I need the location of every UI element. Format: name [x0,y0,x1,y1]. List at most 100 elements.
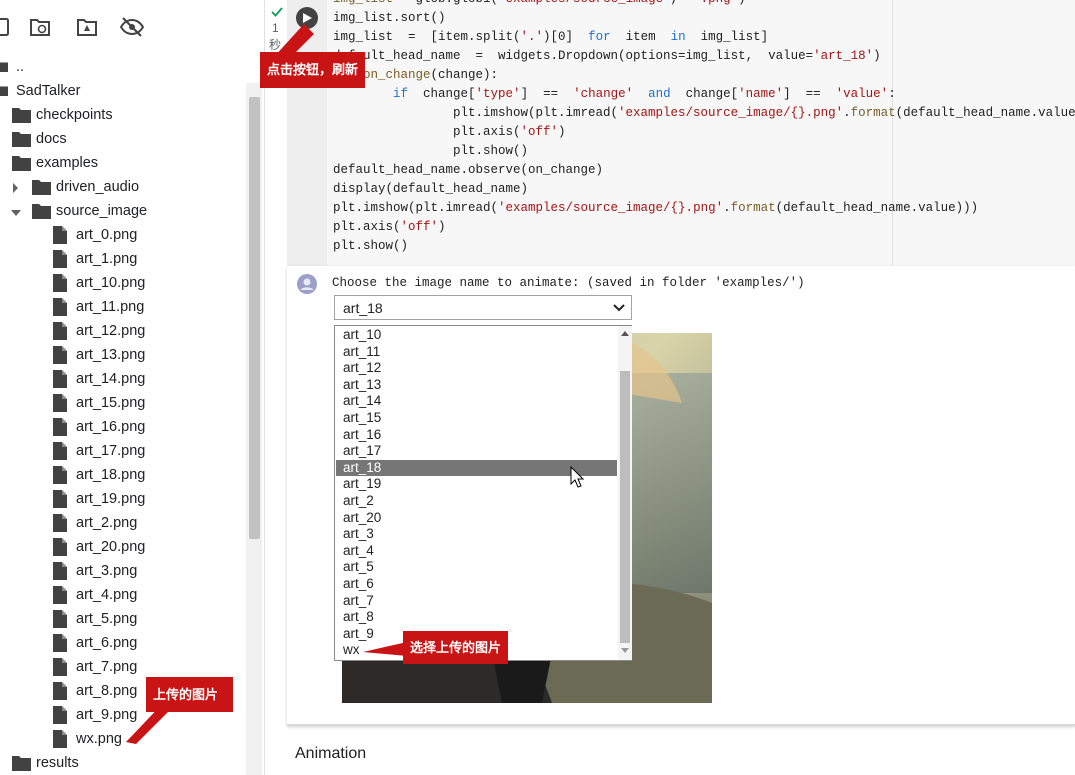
tree-item-label: art_7.png [76,659,138,675]
tree-item-file[interactable]: art_12.png [0,319,246,343]
tree-item-file[interactable]: art_17.png [0,439,246,463]
tree-item-examples[interactable]: examples [0,151,246,175]
file-icon [53,418,67,436]
tree-item-checkpoints[interactable]: checkpoints [0,103,246,127]
callout-run-button: 点击按钮，刷新 [260,52,366,88]
upload-icon[interactable] [0,16,16,38]
file-browser-panel: .. SadTalker checkpoints docs examples d… [0,0,265,775]
tree-item-file[interactable]: art_18.png [0,463,246,487]
tree-item-label: art_12.png [76,323,146,339]
tree-item-file[interactable]: art_11.png [0,295,246,319]
folder-refresh-icon[interactable] [29,16,51,38]
tree-item-parent[interactable]: .. [0,55,246,79]
tree-item-label: art_11.png [76,299,145,315]
tree-item-file[interactable]: art_15.png [0,391,246,415]
image-name-dropdown[interactable]: art_18 [334,295,632,320]
callout-pointer [363,642,407,656]
tree-item-label: art_3.png [76,563,138,579]
folder-icon [0,62,8,72]
code-line: default_head_name = widgets.Dropdown(opt… [333,49,881,63]
eye-off-icon[interactable] [119,16,145,38]
dropdown-option[interactable]: art_8 [336,609,617,626]
file-icon [53,226,67,244]
scroll-up-icon[interactable] [621,331,629,336]
tree-item-file[interactable]: art_13.png [0,343,246,367]
file-icon [53,610,67,628]
tree-item-results[interactable]: results [0,751,246,775]
dropdown-option[interactable]: art_17 [336,443,617,460]
mouse-cursor-icon [570,466,584,488]
chevron-down-icon[interactable] [11,209,21,217]
dropdown-option[interactable]: art_3 [336,526,617,543]
check-icon [271,7,283,17]
file-icon [53,538,67,556]
code-line: if change['type'] == 'change' and change… [393,87,896,101]
tree-item-label: art_5.png [76,611,138,627]
file-icon [53,322,67,340]
tree-item-label: driven_audio [56,179,140,195]
tree-item-file[interactable]: art_2.png [0,511,246,535]
dropdown-option[interactable]: art_6 [336,576,617,593]
tree-item-label: examples [36,155,99,171]
chevron-right-icon[interactable] [12,183,20,193]
dropdown-option[interactable]: art_16 [336,427,617,444]
dropdown-option[interactable]: art_5 [336,559,617,576]
tree-item-sadtalker[interactable]: SadTalker [0,79,246,103]
tree-item-file[interactable]: art_19.png [0,487,246,511]
dropdown-option[interactable]: art_2 [336,493,617,510]
tree-item-file[interactable]: art_20.png [0,535,246,559]
file-icon [53,250,67,268]
drive-icon[interactable] [76,16,98,38]
tree-item-label: art_6.png [76,635,138,651]
code-line: display(default_head_name) [333,182,529,196]
dropdown-option[interactable]: art_14 [336,393,617,410]
file-icon [53,706,67,724]
folder-icon [12,132,31,147]
file-browser-toolbar [0,0,264,52]
dropdown-option[interactable]: art_10 [336,327,617,344]
tree-item-file[interactable]: art_5.png [0,607,246,631]
folder-icon [12,156,31,171]
file-icon [53,682,67,700]
file-icon [53,442,67,460]
file-icon [53,730,67,748]
file-icon [53,466,67,484]
tree-item-label: art_13.png [76,347,146,363]
tree-item-file[interactable]: art_3.png [0,559,246,583]
folder-icon [32,180,51,195]
tree-item-file[interactable]: art_10.png [0,271,246,295]
file-icon [53,274,67,292]
dropdown-option[interactable]: art_4 [336,543,617,560]
dropdown-option[interactable]: art_13 [336,377,617,394]
file-icon [53,370,67,388]
code-editor[interactable]: img_list = glob.glob1('examples/source_i… [333,0,1075,266]
dropdown-scrollbar-thumb[interactable] [620,371,630,643]
sidebar-scrollbar-thumb[interactable] [249,97,260,539]
output-prompt-text: Choose the image name to animate: (saved… [332,276,805,290]
code-line: img_list = glob.glob1('examples/source_i… [333,0,1075,9]
dropdown-option[interactable]: art_11 [336,344,617,361]
scroll-down-icon[interactable] [621,648,629,653]
tree-item-file[interactable]: art_1.png [0,247,246,271]
tree-item-label: checkpoints [36,107,113,123]
tree-item-driven-audio[interactable]: driven_audio [0,175,246,199]
tree-item-file[interactable]: wx.png [0,727,246,751]
dropdown-option[interactable]: art_12 [336,360,617,377]
folder-icon [12,756,31,771]
tree-item-file[interactable]: art_7.png [0,655,246,679]
tree-item-file[interactable]: art_14.png [0,367,246,391]
dropdown-option[interactable]: art_7 [336,593,617,610]
tree-item-source-image[interactable]: source_image [0,199,246,223]
tree-item-docs[interactable]: docs [0,127,246,151]
tree-item-file[interactable]: art_0.png [0,223,246,247]
code-line: plt.show() [333,144,529,158]
tree-item-file[interactable]: art_6.png [0,631,246,655]
dropdown-options-list[interactable]: art_10 art_11 art_12 art_13 art_14 art_15 art_… [334,325,632,661]
tree-item-file[interactable]: art_16.png [0,415,246,439]
tree-item-file[interactable]: art_4.png [0,583,246,607]
dropdown-option[interactable]: art_20 [336,510,617,527]
dropdown-option[interactable]: art_15 [336,410,617,427]
tree-item-label: art_1.png [76,251,138,267]
callout-select-image: 选择上传的图片 [403,631,509,664]
chevron-down-icon[interactable] [613,304,625,312]
